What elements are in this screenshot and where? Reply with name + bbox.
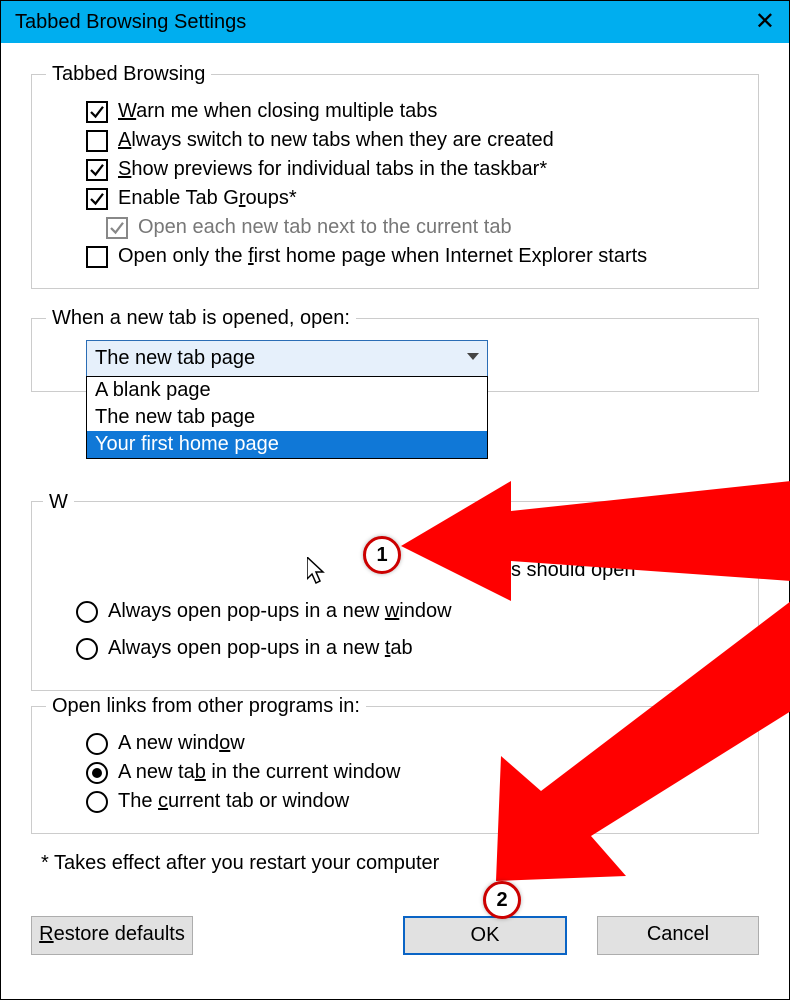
label-link-current: The current tab or window [118,790,349,813]
label-open-next-to-current: Open each new tab next to the current ta… [138,216,512,239]
annotation-arrow-2 [461,601,790,901]
label-enable-groups: Enable Tab Groups* [118,187,297,210]
radio-link-current[interactable] [86,791,108,813]
radio-popups-window-row: Always open pop-ups in a new window [76,596,452,629]
annotation-badge-1: 1 [363,536,401,574]
group-new-tab: When a new tab is opened, open: The new … [31,307,759,392]
close-icon[interactable]: ✕ [755,10,775,34]
annotation-arrow-1 [401,431,790,601]
label-show-previews: Show previews for individual tabs in the… [118,158,547,181]
group-new-tab-legend: When a new tab is opened, open: [46,307,356,330]
group-open-links-legend: Open links from other programs in: [46,695,366,718]
radio-link-window[interactable] [86,733,108,755]
label-link-window: A new window [118,732,245,755]
label-open-only-first: Open only the first home page when Inter… [118,245,647,268]
label-popups-window: Always open pop-ups in a new window [108,600,452,623]
dropdown-selected-value: The new tab page [87,341,487,376]
radio-popups-tab-row: Always open pop-ups in a new tab [76,633,413,666]
label-link-tab: A new tab in the current window [118,761,400,784]
radio-popups-tab[interactable] [76,638,98,660]
ok-button[interactable]: OK [403,916,567,955]
checkbox-warn-closing[interactable] [86,101,108,123]
radio-popups-window[interactable] [76,601,98,623]
label-popups-tab: Always open pop-ups in a new tab [108,637,413,660]
checkbox-enable-groups[interactable] [86,188,108,210]
group-tabbed-browsing: Tabbed Browsing Warn me when closing mul… [31,63,759,289]
cancel-button[interactable]: Cancel [597,916,759,955]
radio-link-tab[interactable] [86,762,108,784]
dropdown-option-newtab[interactable]: The new tab page [87,404,487,431]
checkbox-open-next-to-current [106,217,128,239]
checkbox-show-previews[interactable] [86,159,108,181]
dropdown-option-blank[interactable]: A blank page [87,377,487,404]
checkbox-open-only-first[interactable] [86,246,108,268]
chevron-down-icon [467,353,479,360]
group-tabbed-legend: Tabbed Browsing [46,63,211,86]
annotation-badge-2: 2 [483,881,521,919]
title-bar[interactable]: Tabbed Browsing Settings ✕ [1,1,789,43]
group-popups-legend-partial: W [43,491,74,514]
label-warn-closing: Warn me when closing multiple tabs [118,100,437,123]
window-title: Tabbed Browsing Settings [15,11,755,34]
label-always-switch: Always switch to new tabs when they are … [118,129,554,152]
dropdown-new-tab[interactable]: The new tab page A blank page The new ta… [86,340,488,377]
checkbox-always-switch[interactable] [86,130,108,152]
restore-defaults-button[interactable]: Restore defaults [31,916,193,955]
cursor-icon [307,557,329,587]
